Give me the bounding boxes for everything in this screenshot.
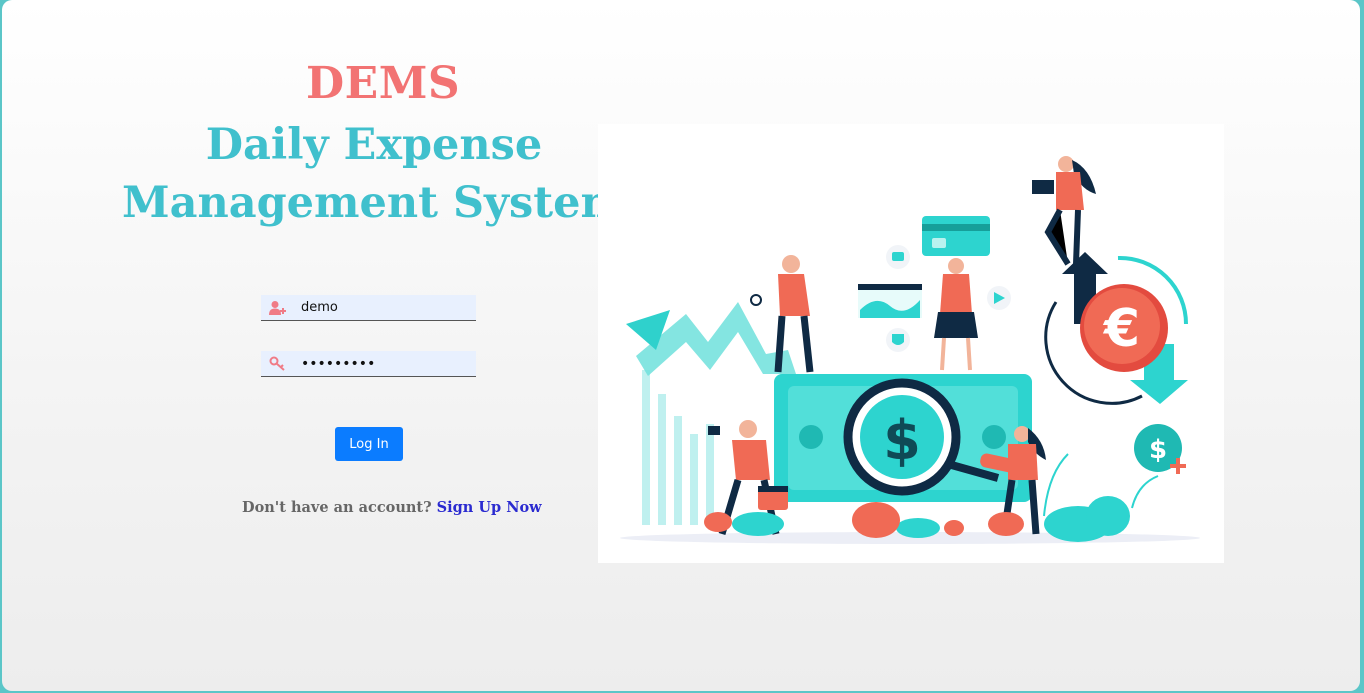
svg-text:$: $ (883, 409, 921, 472)
username-field[interactable] (261, 295, 476, 321)
key-icon (261, 351, 295, 377)
signup-prompt: Don't have an account? Sign Up Now (242, 499, 542, 516)
login-page: DEMS Daily Expense Management System Log… (2, 0, 1360, 691)
svg-text:$: $ (1149, 435, 1167, 465)
svg-text:€: € (1103, 299, 1140, 359)
password-input[interactable] (295, 355, 465, 372)
user-plus-icon (261, 295, 295, 321)
signup-prompt-text: Don't have an account? (242, 499, 432, 516)
finance-illustration: $ € $ (598, 124, 1224, 563)
username-input[interactable] (295, 300, 465, 315)
app-subtitle: Daily Expense Management System (122, 120, 626, 228)
brand-title: DEMS (306, 58, 461, 109)
login-button[interactable]: Log In (335, 427, 403, 461)
signup-link[interactable]: Sign Up Now (437, 499, 542, 516)
password-field[interactable] (261, 351, 476, 377)
